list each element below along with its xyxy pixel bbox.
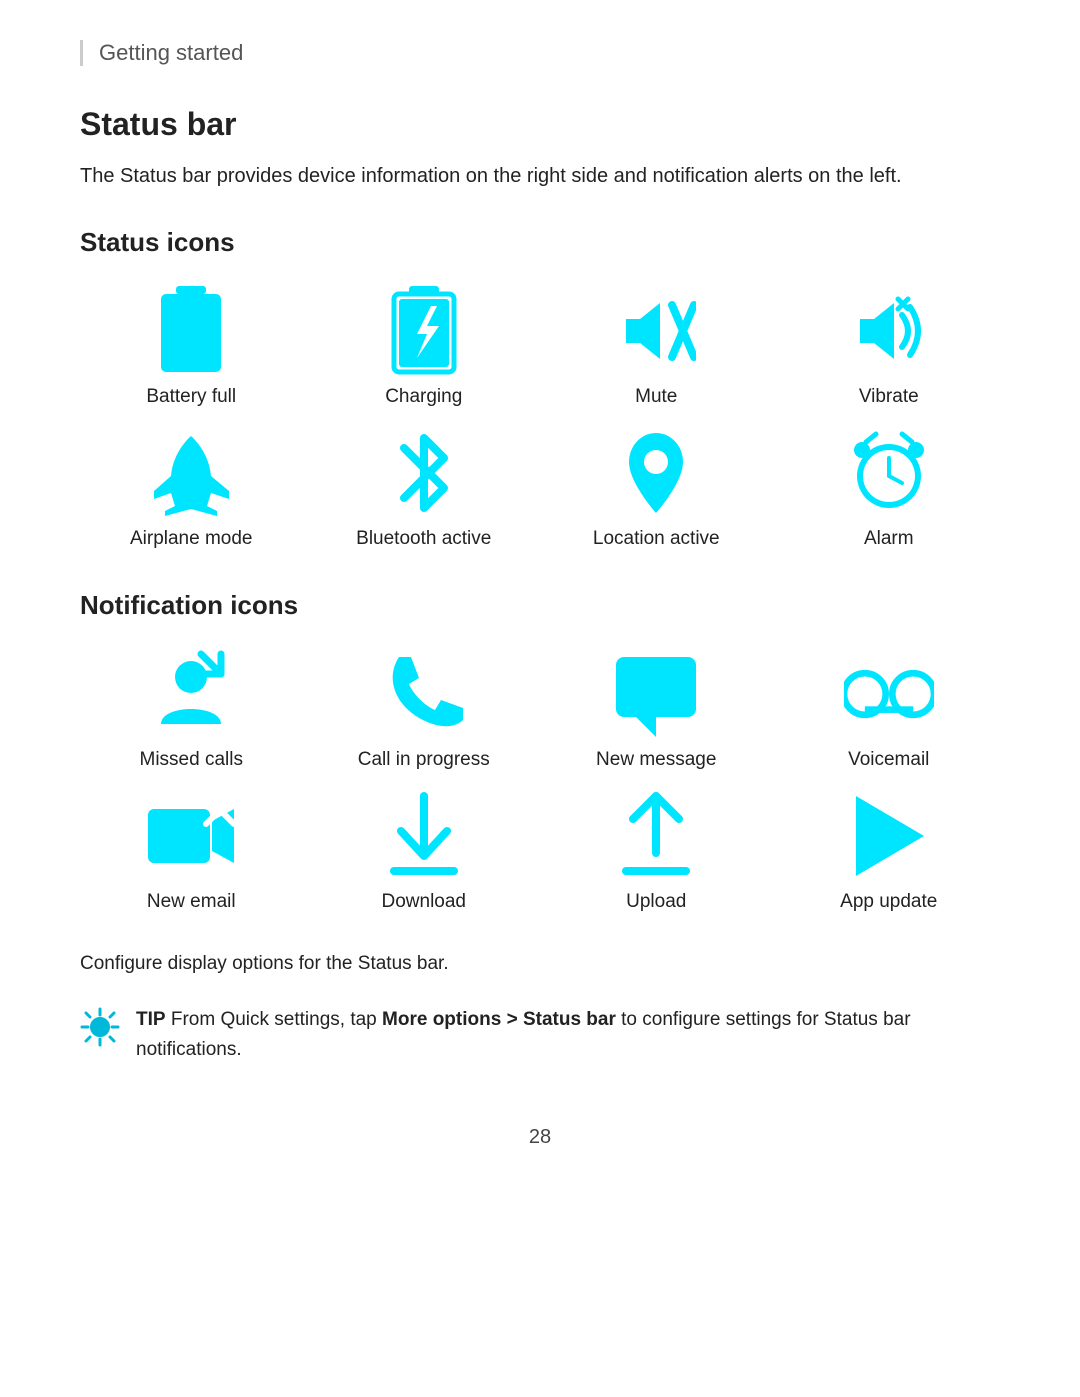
location-active-item: Location active xyxy=(545,428,768,550)
new-message-item: New message xyxy=(545,649,768,771)
tip-icon xyxy=(80,1007,120,1047)
alarm-icon xyxy=(844,428,934,518)
missed-calls-item: Missed calls xyxy=(80,649,303,771)
app-update-icon xyxy=(844,791,934,881)
alarm-item: Alarm xyxy=(778,428,1001,550)
configure-text: Configure display options for the Status… xyxy=(80,953,1000,975)
bluetooth-active-label: Bluetooth active xyxy=(356,528,491,550)
alarm-label: Alarm xyxy=(864,528,914,550)
app-update-item: App update xyxy=(778,791,1001,913)
airplane-mode-icon xyxy=(146,428,236,518)
notification-icons-title: Notification icons xyxy=(80,590,1000,621)
download-item: Download xyxy=(313,791,536,913)
upload-label: Upload xyxy=(626,891,686,913)
charging-label: Charging xyxy=(385,386,462,408)
charging-icon xyxy=(379,286,469,376)
download-icon xyxy=(379,791,469,881)
new-message-label: New message xyxy=(596,749,716,771)
call-in-progress-item: Call in progress xyxy=(313,649,536,771)
tip-bold: More options > Status bar xyxy=(382,1009,616,1030)
mute-icon xyxy=(611,286,701,376)
call-in-progress-label: Call in progress xyxy=(358,749,490,771)
battery-full-label: Battery full xyxy=(146,386,236,408)
upload-icon xyxy=(611,791,701,881)
vibrate-label: Vibrate xyxy=(859,386,919,408)
tip-section: TIP From Quick settings, tap More option… xyxy=(80,1005,1000,1066)
section-description: The Status bar provides device informati… xyxy=(80,161,1000,191)
bluetooth-active-icon xyxy=(379,428,469,518)
vibrate-item: Vibrate xyxy=(778,286,1001,408)
tip-text-content: From Quick settings, tap xyxy=(166,1009,382,1030)
new-email-icon xyxy=(146,791,236,881)
notification-icons-grid: Missed calls Call in progress New messag… xyxy=(80,649,1000,913)
battery-full-item: Battery full xyxy=(80,286,303,408)
download-label: Download xyxy=(382,891,467,913)
bluetooth-active-item: Bluetooth active xyxy=(313,428,536,550)
app-update-label: App update xyxy=(840,891,937,913)
status-icons-grid: Battery full Charging Mute xyxy=(80,286,1000,550)
vibrate-icon xyxy=(844,286,934,376)
page-title: Status bar xyxy=(80,106,1000,143)
battery-full-icon xyxy=(146,286,236,376)
location-active-icon xyxy=(611,428,701,518)
breadcrumb: Getting started xyxy=(80,40,1000,66)
missed-calls-label: Missed calls xyxy=(140,749,243,771)
new-email-label: New email xyxy=(147,891,236,913)
new-email-item: New email xyxy=(80,791,303,913)
new-message-icon xyxy=(611,649,701,739)
location-active-label: Location active xyxy=(593,528,720,550)
breadcrumb-text: Getting started xyxy=(99,40,243,65)
voicemail-item: Voicemail xyxy=(778,649,1001,771)
charging-item: Charging xyxy=(313,286,536,408)
airplane-mode-label: Airplane mode xyxy=(130,528,253,550)
missed-calls-icon xyxy=(146,649,236,739)
call-in-progress-icon xyxy=(379,649,469,739)
page-number: 28 xyxy=(80,1126,1000,1149)
tip-text: TIP From Quick settings, tap More option… xyxy=(136,1005,1000,1066)
tip-prefix: TIP xyxy=(136,1009,166,1030)
voicemail-icon xyxy=(844,649,934,739)
status-icons-title: Status icons xyxy=(80,227,1000,258)
airplane-mode-item: Airplane mode xyxy=(80,428,303,550)
mute-item: Mute xyxy=(545,286,768,408)
upload-item: Upload xyxy=(545,791,768,913)
mute-label: Mute xyxy=(635,386,677,408)
voicemail-label: Voicemail xyxy=(848,749,929,771)
